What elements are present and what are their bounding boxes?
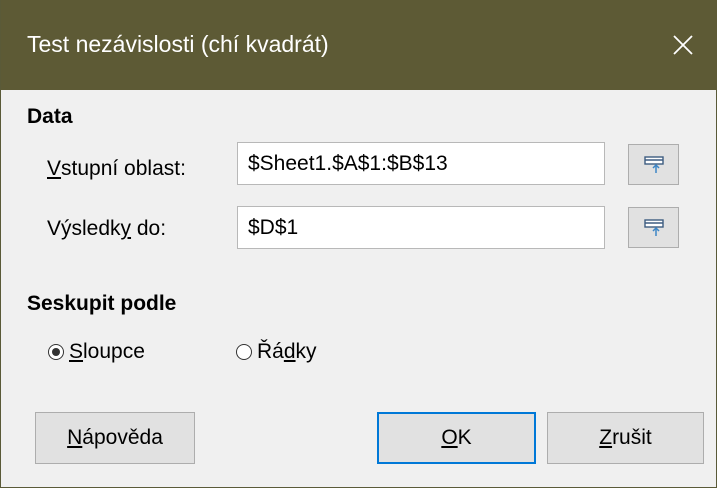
help-button-text: ápověda xyxy=(82,426,163,449)
columns-radio-label: Sloupce xyxy=(69,339,145,365)
shrink-range-icon xyxy=(643,218,664,236)
radio-unchecked-icon xyxy=(236,344,252,360)
input-range-label: Vstupní oblast: xyxy=(47,156,186,182)
rows-radio-text-b: ky xyxy=(295,340,317,363)
cancel-button[interactable]: Zrušit xyxy=(547,412,704,464)
input-range-field[interactable] xyxy=(237,142,605,185)
window-title: Test nezávislosti (chí kvadrát) xyxy=(27,31,329,57)
data-section-title: Data xyxy=(27,105,73,128)
results-to-label-text-b: do: xyxy=(131,217,167,240)
input-range-shrink-button[interactable] xyxy=(628,144,679,185)
radio-checked-icon xyxy=(48,344,64,360)
rows-radio-mnemonic: d xyxy=(283,340,296,363)
ok-button-mnemonic: O xyxy=(441,426,458,449)
group-by-section-title: Seskupit podle xyxy=(27,292,177,315)
results-to-field[interactable] xyxy=(237,206,605,249)
rows-radio[interactable]: Řádky xyxy=(236,339,317,365)
help-button[interactable]: Nápověda xyxy=(35,412,195,464)
cancel-button-text: rušit xyxy=(612,426,652,449)
results-to-shrink-button[interactable] xyxy=(628,207,679,248)
columns-radio-mnemonic: S xyxy=(69,340,84,363)
columns-radio[interactable]: Sloupce xyxy=(48,339,145,365)
results-to-label: Výsledky do: xyxy=(47,216,166,242)
ok-button[interactable]: OK xyxy=(377,412,536,464)
results-to-label-mnemonic: y xyxy=(120,217,132,240)
shrink-range-icon xyxy=(643,155,664,173)
rows-radio-label: Řádky xyxy=(257,339,317,365)
close-icon xyxy=(673,35,693,55)
rows-radio-text-a: Řá xyxy=(257,340,284,363)
columns-radio-text: loupce xyxy=(83,340,145,363)
help-button-mnemonic: N xyxy=(67,426,83,449)
close-button[interactable] xyxy=(648,0,717,90)
input-range-label-text: stupní oblast: xyxy=(61,157,186,180)
ok-button-text: K xyxy=(457,426,472,449)
title-bar: Test nezávislosti (chí kvadrát) xyxy=(1,0,717,90)
chi-square-dialog: Test nezávislosti (chí kvadrát) Data Vst… xyxy=(0,0,717,488)
results-to-label-text-a: Výsledk xyxy=(47,217,121,240)
input-range-label-mnemonic: V xyxy=(47,157,62,180)
cancel-button-mnemonic: Z xyxy=(599,426,613,449)
